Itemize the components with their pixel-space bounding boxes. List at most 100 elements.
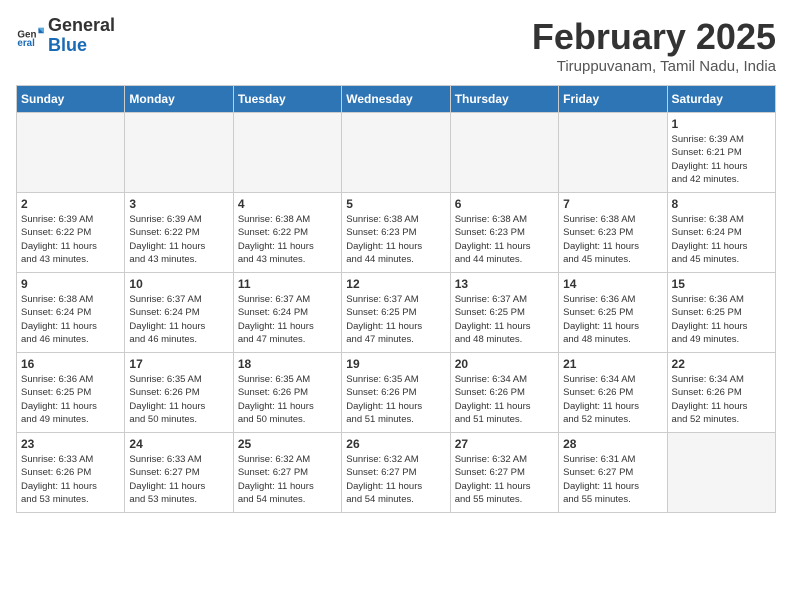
calendar-cell: 18 Sunrise: 6:35 AMSunset: 6:26 PMDayligh… (233, 353, 341, 433)
day-number: 15 (672, 277, 771, 291)
day-info: Sunrise: 6:32 AMSunset: 6:27 PMDaylight:… (346, 453, 445, 506)
calendar-cell: 15 Sunrise: 6:36 AMSunset: 6:25 PMDayligh… (667, 273, 775, 353)
day-number: 14 (563, 277, 662, 291)
day-number: 11 (238, 277, 337, 291)
day-number: 1 (672, 117, 771, 131)
calendar-cell: 22Sunrise: 6:34 AMSunset: 6:26 PMDayligh… (667, 353, 775, 433)
day-number: 6 (455, 197, 554, 211)
day-number: 23 (21, 437, 120, 451)
day-number: 25 (238, 437, 337, 451)
day-info: Sunrise: 6:37 AMSunset: 6:24 PMDaylight:… (238, 293, 337, 346)
day-info: Sunrise: 6:36 AMSunset: 6:25 PMDaylight:… (672, 293, 771, 346)
title-block: February 2025 Tiruppuvanam, Tamil Nadu, … (532, 16, 776, 75)
day-number: 3 (129, 197, 228, 211)
day-info: Sunrise: 6:32 AMSunset: 6:27 PMDaylight:… (238, 453, 337, 506)
weekday-header-row: SundayMondayTuesdayWednesdayThursdayFrid… (17, 86, 776, 113)
calendar-cell: 5 Sunrise: 6:38 AMSunset: 6:23 PMDaylight… (342, 193, 450, 273)
day-info: Sunrise: 6:39 AMSunset: 6:21 PMDaylight:… (672, 133, 771, 186)
calendar-cell (125, 113, 233, 193)
day-info: Sunrise: 6:38 AMSunset: 6:24 PMDaylight:… (672, 213, 771, 266)
weekday-header-tuesday: Tuesday (233, 86, 341, 113)
day-number: 7 (563, 197, 662, 211)
calendar-cell: 1 Sunrise: 6:39 AMSunset: 6:21 PMDaylight… (667, 113, 775, 193)
day-number: 8 (672, 197, 771, 211)
day-number: 28 (563, 437, 662, 451)
calendar-cell (667, 433, 775, 513)
calendar-cell: 14 Sunrise: 6:36 AMSunset: 6:25 PMDayligh… (559, 273, 667, 353)
day-number: 21 (563, 357, 662, 371)
calendar-week-row: 16Sunrise: 6:36 AMSunset: 6:25 PMDayligh… (17, 353, 776, 433)
day-info: Sunrise: 6:35 AMSunset: 6:26 PMDaylight:… (129, 373, 228, 426)
location-subtitle: Tiruppuvanam, Tamil Nadu, India (532, 58, 776, 75)
day-info: Sunrise: 6:36 AMSunset: 6:25 PMDaylight:… (563, 293, 662, 346)
calendar-cell: 11 Sunrise: 6:37 AMSunset: 6:24 PMDayligh… (233, 273, 341, 353)
calendar-cell: 13Sunrise: 6:37 AMSunset: 6:25 PMDayligh… (450, 273, 558, 353)
weekday-header-thursday: Thursday (450, 86, 558, 113)
day-number: 26 (346, 437, 445, 451)
weekday-header-sunday: Sunday (17, 86, 125, 113)
calendar-cell: 20Sunrise: 6:34 AMSunset: 6:26 PMDayligh… (450, 353, 558, 433)
calendar-cell: 12Sunrise: 6:37 AMSunset: 6:25 PMDayligh… (342, 273, 450, 353)
calendar-week-row: 2 Sunrise: 6:39 AMSunset: 6:22 PMDaylight… (17, 193, 776, 273)
calendar-week-row: 1 Sunrise: 6:39 AMSunset: 6:21 PMDaylight… (17, 113, 776, 193)
day-info: Sunrise: 6:37 AMSunset: 6:25 PMDaylight:… (455, 293, 554, 346)
calendar-cell (233, 113, 341, 193)
day-number: 20 (455, 357, 554, 371)
day-info: Sunrise: 6:39 AMSunset: 6:22 PMDaylight:… (21, 213, 120, 266)
day-info: Sunrise: 6:34 AMSunset: 6:26 PMDaylight:… (672, 373, 771, 426)
logo-blue-text: Blue (48, 35, 87, 55)
logo-icon: Gen eral (16, 22, 44, 50)
calendar-cell (450, 113, 558, 193)
calendar-cell: 26 Sunrise: 6:32 AMSunset: 6:27 PMDayligh… (342, 433, 450, 513)
calendar-week-row: 9 Sunrise: 6:38 AMSunset: 6:24 PMDaylight… (17, 273, 776, 353)
day-number: 17 (129, 357, 228, 371)
weekday-header-monday: Monday (125, 86, 233, 113)
day-number: 18 (238, 357, 337, 371)
calendar-cell: 10Sunrise: 6:37 AMSunset: 6:24 PMDayligh… (125, 273, 233, 353)
logo-general-text: General (48, 15, 115, 35)
day-number: 9 (21, 277, 120, 291)
day-info: Sunrise: 6:36 AMSunset: 6:25 PMDaylight:… (21, 373, 120, 426)
calendar-cell: 28 Sunrise: 6:31 AMSunset: 6:27 PMDayligh… (559, 433, 667, 513)
calendar-week-row: 23 Sunrise: 6:33 AMSunset: 6:26 PMDayligh… (17, 433, 776, 513)
day-info: Sunrise: 6:33 AMSunset: 6:26 PMDaylight:… (21, 453, 120, 506)
calendar-cell: 19 Sunrise: 6:35 AMSunset: 6:26 PMDayligh… (342, 353, 450, 433)
day-number: 5 (346, 197, 445, 211)
day-info: Sunrise: 6:38 AMSunset: 6:23 PMDaylight:… (563, 213, 662, 266)
calendar-table: SundayMondayTuesdayWednesdayThursdayFrid… (16, 85, 776, 513)
day-number: 24 (129, 437, 228, 451)
day-info: Sunrise: 6:35 AMSunset: 6:26 PMDaylight:… (346, 373, 445, 426)
day-number: 2 (21, 197, 120, 211)
calendar-cell (17, 113, 125, 193)
day-info: Sunrise: 6:38 AMSunset: 6:24 PMDaylight:… (21, 293, 120, 346)
calendar-cell: 4Sunrise: 6:38 AMSunset: 6:22 PMDaylight… (233, 193, 341, 273)
svg-text:eral: eral (17, 38, 35, 49)
month-year-title: February 2025 (532, 16, 776, 58)
calendar-cell: 2 Sunrise: 6:39 AMSunset: 6:22 PMDaylight… (17, 193, 125, 273)
day-number: 19 (346, 357, 445, 371)
calendar-cell: 23 Sunrise: 6:33 AMSunset: 6:26 PMDayligh… (17, 433, 125, 513)
day-info: Sunrise: 6:34 AMSunset: 6:26 PMDaylight:… (563, 373, 662, 426)
day-info: Sunrise: 6:38 AMSunset: 6:23 PMDaylight:… (455, 213, 554, 266)
calendar-cell: 7 Sunrise: 6:38 AMSunset: 6:23 PMDaylight… (559, 193, 667, 273)
day-number: 27 (455, 437, 554, 451)
page-header: Gen eral General Blue February 2025 Tiru… (16, 16, 776, 75)
day-info: Sunrise: 6:35 AMSunset: 6:26 PMDaylight:… (238, 373, 337, 426)
calendar-cell (559, 113, 667, 193)
calendar-cell: 27 Sunrise: 6:32 AMSunset: 6:27 PMDayligh… (450, 433, 558, 513)
weekday-header-friday: Friday (559, 86, 667, 113)
day-number: 10 (129, 277, 228, 291)
weekday-header-saturday: Saturday (667, 86, 775, 113)
day-info: Sunrise: 6:31 AMSunset: 6:27 PMDaylight:… (563, 453, 662, 506)
calendar-cell: 8 Sunrise: 6:38 AMSunset: 6:24 PMDaylight… (667, 193, 775, 273)
day-info: Sunrise: 6:38 AMSunset: 6:23 PMDaylight:… (346, 213, 445, 266)
calendar-cell: 17 Sunrise: 6:35 AMSunset: 6:26 PMDayligh… (125, 353, 233, 433)
day-info: Sunrise: 6:37 AMSunset: 6:25 PMDaylight:… (346, 293, 445, 346)
calendar-cell: 16Sunrise: 6:36 AMSunset: 6:25 PMDayligh… (17, 353, 125, 433)
logo: Gen eral General Blue (16, 16, 115, 56)
day-info: Sunrise: 6:39 AMSunset: 6:22 PMDaylight:… (129, 213, 228, 266)
day-info: Sunrise: 6:32 AMSunset: 6:27 PMDaylight:… (455, 453, 554, 506)
calendar-cell: 9 Sunrise: 6:38 AMSunset: 6:24 PMDaylight… (17, 273, 125, 353)
calendar-cell: 6 Sunrise: 6:38 AMSunset: 6:23 PMDaylight… (450, 193, 558, 273)
calendar-cell: 25 Sunrise: 6:32 AMSunset: 6:27 PMDayligh… (233, 433, 341, 513)
